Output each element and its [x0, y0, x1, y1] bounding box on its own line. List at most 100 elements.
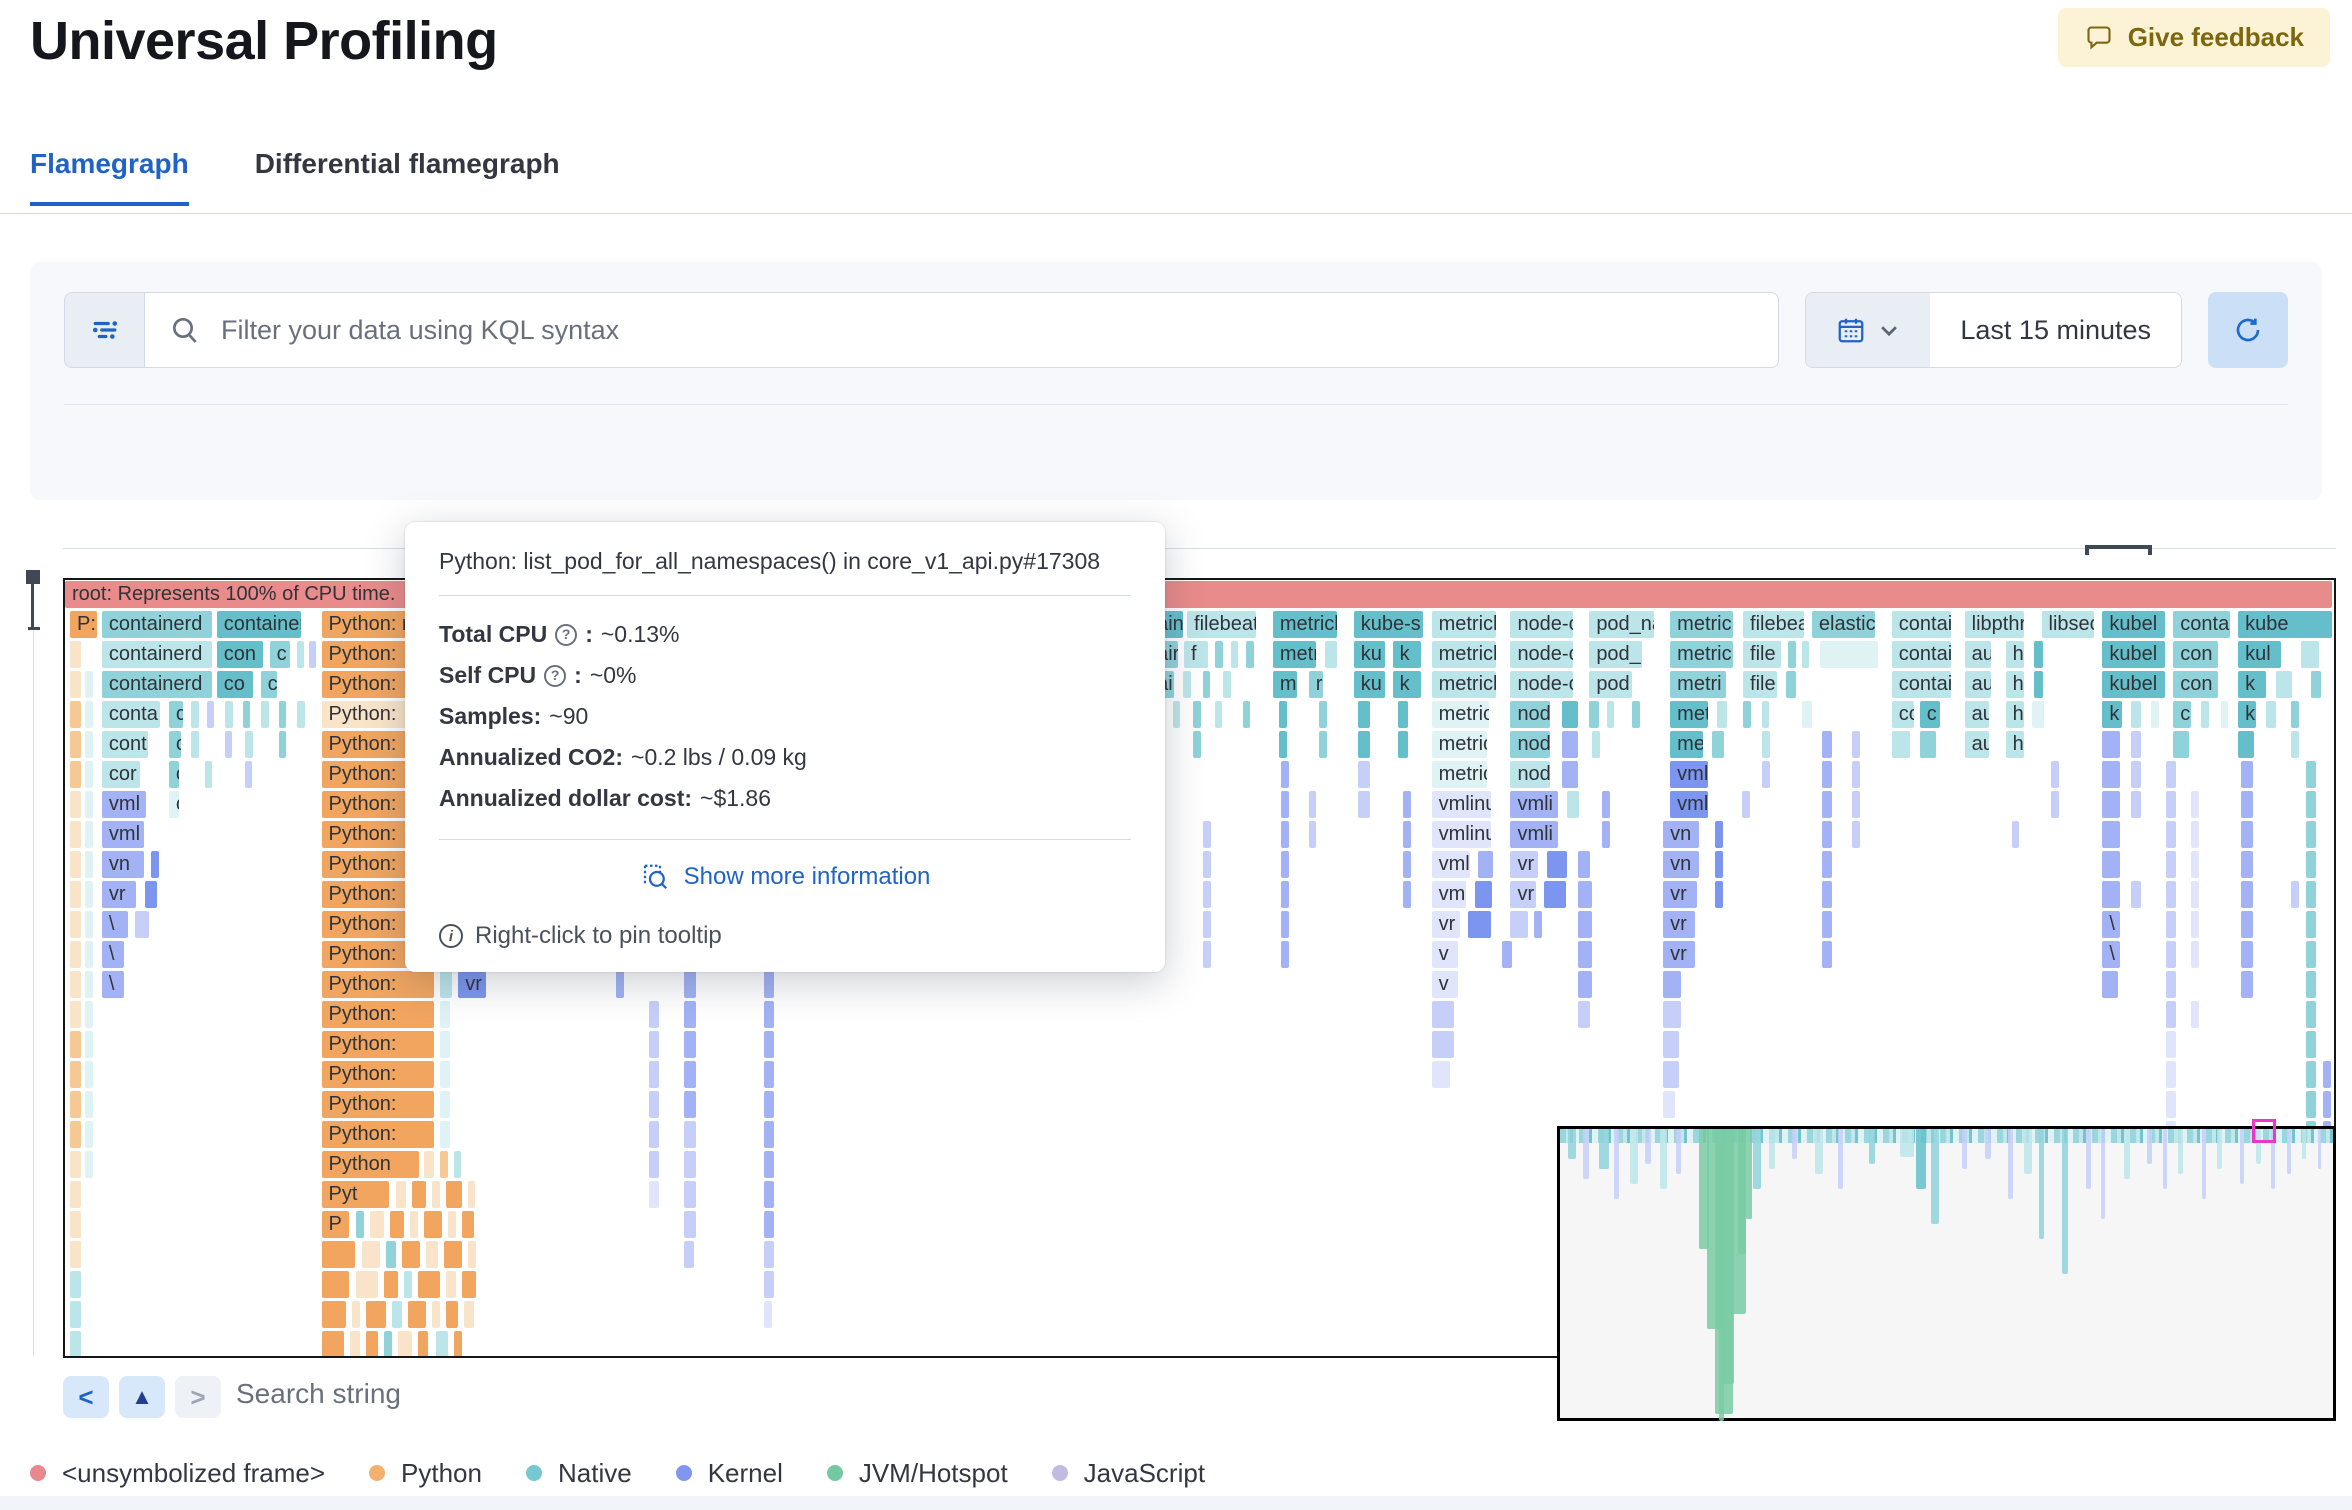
flame-cell[interactable] — [69, 1061, 81, 1088]
flame-cell[interactable] — [444, 1241, 463, 1268]
flame-cell[interactable]: vr — [1663, 911, 1696, 938]
flame-cell[interactable] — [69, 821, 81, 848]
flame-cell[interactable]: Python: — [321, 1121, 435, 1148]
flame-cell[interactable] — [278, 731, 286, 758]
flame-cell[interactable] — [224, 731, 232, 758]
flame-cell[interactable] — [648, 1151, 659, 1178]
flame-cell[interactable] — [1762, 701, 1769, 728]
flame-cell[interactable] — [2306, 1031, 2317, 1058]
flame-cell[interactable] — [1578, 1001, 1591, 1028]
vertical-zoom-handle[interactable] — [26, 570, 40, 584]
flame-cell[interactable] — [362, 1241, 381, 1268]
flame-cell[interactable] — [84, 791, 93, 818]
flame-cell[interactable] — [1562, 701, 1579, 728]
flame-cell[interactable] — [424, 1211, 443, 1238]
flame-cell[interactable] — [2102, 881, 2121, 908]
flame-cell[interactable] — [84, 731, 93, 758]
flame-cell[interactable]: h — [2005, 731, 2024, 758]
flame-cell[interactable]: libsec — [2041, 611, 2095, 638]
flame-cell[interactable] — [683, 1211, 696, 1238]
flame-cell[interactable]: vr — [1510, 851, 1539, 878]
flame-cell[interactable] — [2301, 641, 2319, 668]
flame-cell[interactable] — [1742, 791, 1751, 818]
flame-cell[interactable] — [2306, 971, 2317, 998]
flame-cell[interactable] — [683, 1241, 694, 1268]
flame-cell[interactable] — [1280, 941, 1289, 968]
flame-cell[interactable]: kube — [2238, 611, 2332, 638]
flame-cell[interactable] — [418, 1271, 441, 1298]
flame-cell[interactable]: metricl — [1670, 611, 1734, 638]
flame-cell[interactable] — [308, 641, 316, 668]
flame-cell[interactable] — [84, 971, 93, 998]
flame-cell[interactable]: metric — [1431, 731, 1488, 758]
refresh-button[interactable] — [2208, 292, 2288, 368]
flame-cell[interactable] — [321, 1331, 344, 1356]
flame-cell[interactable] — [763, 1061, 774, 1088]
flame-cell[interactable] — [1202, 911, 1211, 938]
flame-cell[interactable] — [1397, 731, 1408, 758]
flame-cell[interactable] — [2201, 701, 2210, 728]
flame-cell[interactable]: vml — [1670, 761, 1709, 788]
flame-cell[interactable]: k — [1392, 641, 1421, 668]
flame-cell[interactable] — [1202, 941, 1211, 968]
flame-cell[interactable] — [260, 701, 269, 728]
flame-cell[interactable] — [321, 1271, 350, 1298]
flame-cell[interactable] — [763, 1031, 774, 1058]
flame-cell[interactable]: cont — [101, 731, 148, 758]
flame-cell[interactable]: kubel — [2102, 641, 2166, 668]
flame-cell[interactable] — [84, 1061, 93, 1088]
flame-cell[interactable] — [84, 701, 93, 728]
flame-cell[interactable]: me — [1670, 731, 1704, 758]
flame-cell[interactable] — [1280, 761, 1289, 788]
flame-cell[interactable]: Python: — [321, 971, 435, 998]
flame-cell[interactable]: container — [216, 611, 301, 638]
flame-cell[interactable] — [1602, 791, 1611, 818]
flame-cell[interactable] — [2276, 671, 2293, 698]
flame-cell[interactable] — [2238, 731, 2255, 758]
flame-cell[interactable] — [2191, 911, 2200, 938]
tab-differential-flamegraph[interactable]: Differential flamegraph — [255, 148, 560, 206]
flame-cell[interactable]: vr — [101, 881, 136, 908]
flame-cell[interactable] — [1578, 941, 1593, 968]
flame-cell[interactable] — [1245, 641, 1254, 668]
flame-cell[interactable]: con — [2173, 641, 2219, 668]
flame-cell[interactable] — [1715, 851, 1724, 878]
flame-cell[interactable]: containerd — [101, 611, 212, 638]
flame-cell[interactable] — [69, 1301, 81, 1328]
flame-cell[interactable] — [410, 1211, 419, 1238]
flame-cell[interactable]: kul — [2238, 641, 2282, 668]
flame-cell[interactable] — [462, 1271, 477, 1298]
flame-cell[interactable]: vml — [101, 821, 144, 848]
flame-cell[interactable] — [190, 701, 199, 728]
flame-cell[interactable]: c — [168, 731, 181, 758]
flame-cell[interactable]: ku — [1353, 641, 1385, 668]
flame-cell[interactable] — [1431, 1061, 1450, 1088]
flame-cell[interactable] — [69, 671, 81, 698]
flame-cell[interactable] — [69, 701, 81, 728]
flame-cell[interactable] — [448, 1211, 457, 1238]
flame-cell[interactable] — [2241, 761, 2254, 788]
flame-cell[interactable] — [69, 1181, 81, 1208]
flame-cell[interactable] — [69, 1211, 81, 1238]
flame-cell[interactable] — [436, 1331, 449, 1356]
flame-cell[interactable] — [1762, 761, 1770, 788]
flame-cell[interactable] — [2311, 671, 2321, 698]
flame-cell[interactable] — [2166, 911, 2177, 938]
flame-cell[interactable] — [1202, 851, 1211, 878]
flame-cell[interactable] — [1214, 701, 1222, 728]
flame-cell[interactable] — [1663, 1031, 1680, 1058]
flame-cell[interactable] — [648, 1121, 659, 1148]
flame-cell[interactable] — [2173, 731, 2190, 758]
flame-cell[interactable] — [2102, 761, 2121, 788]
flame-cell[interactable] — [1467, 911, 1492, 938]
flame-cell[interactable] — [763, 1211, 774, 1238]
flame-cell[interactable]: pod_ — [1589, 641, 1643, 668]
flame-cell[interactable] — [454, 1331, 463, 1356]
up-button[interactable]: ▲ — [119, 1376, 165, 1418]
flame-cell[interactable] — [1578, 911, 1593, 938]
search-string-input[interactable] — [236, 1378, 756, 1410]
flame-cell[interactable] — [440, 1091, 451, 1118]
flame-cell[interactable] — [84, 821, 93, 848]
flame-cell[interactable] — [2166, 761, 2177, 788]
flame-cell[interactable] — [763, 1301, 772, 1328]
